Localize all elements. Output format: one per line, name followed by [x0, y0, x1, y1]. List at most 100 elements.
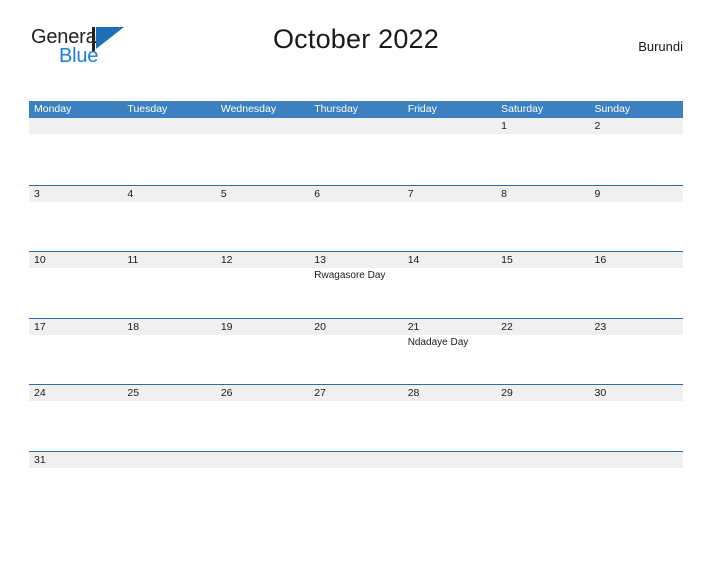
day-number: 26 [220, 387, 233, 399]
calendar-day-cell[interactable]: 16 [590, 252, 683, 318]
day-number: 1 [501, 120, 507, 132]
holiday-label: Rwagasore Day [314, 270, 386, 281]
week-days: 10 11 12 13 Rwagasore Day 14 15 16 [29, 252, 683, 318]
day-number: 28 [407, 387, 420, 399]
day-number: 20 [314, 320, 326, 333]
calendar-day-cell[interactable]: 25 [122, 385, 215, 451]
calendar-day-cell[interactable]: 7 [403, 186, 496, 252]
calendar-day-cell-empty [216, 452, 309, 518]
calendar-week-row: 10 11 12 13 Rwagasore Day 14 15 16 [29, 251, 683, 318]
calendar-day-cell[interactable]: 26 [216, 385, 309, 451]
weekday-header-thursday: Thursday [314, 103, 359, 115]
day-number: 13 [314, 254, 326, 266]
calendar-day-cell-empty [122, 452, 215, 518]
calendar-day-cell-empty [309, 452, 402, 518]
week-days: 31 [29, 452, 683, 518]
day-number: 19 [220, 320, 233, 333]
weekday-header-monday: Monday [34, 103, 72, 115]
day-number: 17 [34, 320, 46, 333]
page-header: General Blue October 2022 Burundi [29, 22, 683, 74]
calendar-day-cell[interactable]: 23 [590, 319, 683, 385]
day-number: 7 [407, 187, 414, 200]
calendar-week-row: 17 18 19 20 21 Ndadaye Day 22 23 [29, 317, 683, 385]
calendar-day-cell[interactable]: 24 [29, 385, 122, 451]
day-number: 2 [594, 120, 601, 132]
day-number: 3 [34, 187, 40, 200]
day-number: 9 [594, 187, 601, 200]
weekday-header-saturday: Saturday [501, 103, 544, 115]
calendar-day-cell[interactable]: 10 [29, 252, 122, 318]
calendar-day-cell[interactable]: 20 [309, 319, 402, 385]
calendar-day-cell-empty [403, 118, 496, 185]
week-days: 3 4 5 6 7 8 9 [29, 186, 683, 252]
calendar-day-cell[interactable]: 8 [496, 186, 589, 252]
weekday-header-sunday: Sunday [594, 103, 631, 115]
weekday-header-row: Monday Tuesday Wednesday Thursday Friday… [29, 101, 683, 118]
calendar-day-cell-empty [590, 452, 683, 518]
calendar-day-cell-empty [122, 118, 215, 185]
calendar-day-cell[interactable]: 5 [216, 186, 309, 252]
calendar-day-cell[interactable]: 1 [496, 118, 589, 185]
day-number: 21 [407, 320, 420, 333]
day-number: 24 [34, 387, 46, 399]
calendar-day-cell[interactable]: 6 [309, 186, 402, 252]
calendar-day-cell[interactable]: 28 [403, 385, 496, 451]
day-number: 29 [501, 387, 513, 399]
day-number: 11 [127, 254, 139, 266]
week-days: 12 [29, 118, 683, 185]
calendar-day-cell[interactable]: 12 [216, 252, 309, 318]
day-number: 30 [594, 387, 607, 399]
day-number: 4 [127, 187, 134, 200]
calendar-day-cell[interactable]: 2 [590, 118, 683, 185]
calendar-week-row: 12 [29, 118, 683, 185]
day-number: 10 [34, 254, 46, 266]
page-title: October 2022 [272, 24, 439, 54]
calendar-day-cell-empty [309, 118, 402, 185]
country-label: Burundi [638, 39, 683, 54]
day-number: 5 [220, 187, 227, 200]
calendar-week-row: 31 [29, 450, 683, 518]
calendar-week-row: 24 25 26 27 28 29 30 [29, 384, 683, 451]
day-number: 25 [127, 387, 140, 399]
calendar-day-cell[interactable]: 30 [590, 385, 683, 451]
day-number: 12 [220, 254, 233, 266]
week-days: 17 18 19 20 21 Ndadaye Day 22 23 [29, 319, 683, 385]
weekday-header-friday: Friday [407, 103, 437, 115]
day-number: 18 [127, 320, 140, 333]
calendar-day-cell[interactable]: 4 [122, 186, 215, 252]
day-number: 16 [594, 254, 607, 266]
calendar-week-row: 3 4 5 6 7 8 9 [29, 184, 683, 252]
calendar-grid: Monday Tuesday Wednesday Thursday Friday… [29, 101, 683, 517]
calendar-day-cell[interactable]: 17 [29, 319, 122, 385]
calendar-day-cell-empty [403, 452, 496, 518]
week-days: 24 25 26 27 28 29 30 [29, 385, 683, 451]
day-number: 15 [501, 254, 513, 266]
holiday-label: Ndadaye Day [407, 336, 469, 348]
calendar-day-cell-empty [29, 118, 122, 185]
calendar-day-cell[interactable]: 14 [403, 252, 496, 318]
day-number: 6 [314, 187, 321, 200]
calendar-day-cell[interactable]: 13 Rwagasore Day [309, 252, 402, 318]
calendar-day-cell[interactable]: 29 [496, 385, 589, 451]
calendar-day-cell[interactable]: 15 [496, 252, 589, 318]
calendar-day-cell[interactable]: 21 Ndadaye Day [403, 319, 496, 385]
calendar-day-cell[interactable]: 9 [590, 186, 683, 252]
day-number: 23 [594, 320, 607, 333]
calendar-day-cell[interactable]: 31 [29, 452, 122, 518]
calendar-day-cell[interactable]: 18 [122, 319, 215, 385]
day-number: 14 [407, 254, 420, 266]
calendar-weeks: 1 2 3 4 5 6 7 8 9 10 11 12 13 Rwagasore Day 14 15 16 17 18… [29, 118, 683, 517]
calendar-day-cell-empty [496, 452, 589, 518]
weekday-header-wednesday: Wednesday [220, 103, 277, 115]
day-number: 8 [501, 187, 507, 200]
day-number: 22 [501, 320, 513, 333]
day-number: 31 [34, 453, 46, 466]
calendar-day-cell-empty [216, 118, 309, 185]
calendar-day-cell[interactable]: 11 [122, 252, 215, 318]
calendar-day-cell[interactable]: 19 [216, 319, 309, 385]
day-number: 27 [314, 387, 326, 399]
calendar-day-cell[interactable]: 3 [29, 186, 122, 252]
calendar-page: General Blue October 2022 Burundi Monday… [0, 22, 712, 572]
calendar-day-cell[interactable]: 27 [309, 385, 402, 451]
calendar-day-cell[interactable]: 22 [496, 319, 589, 385]
